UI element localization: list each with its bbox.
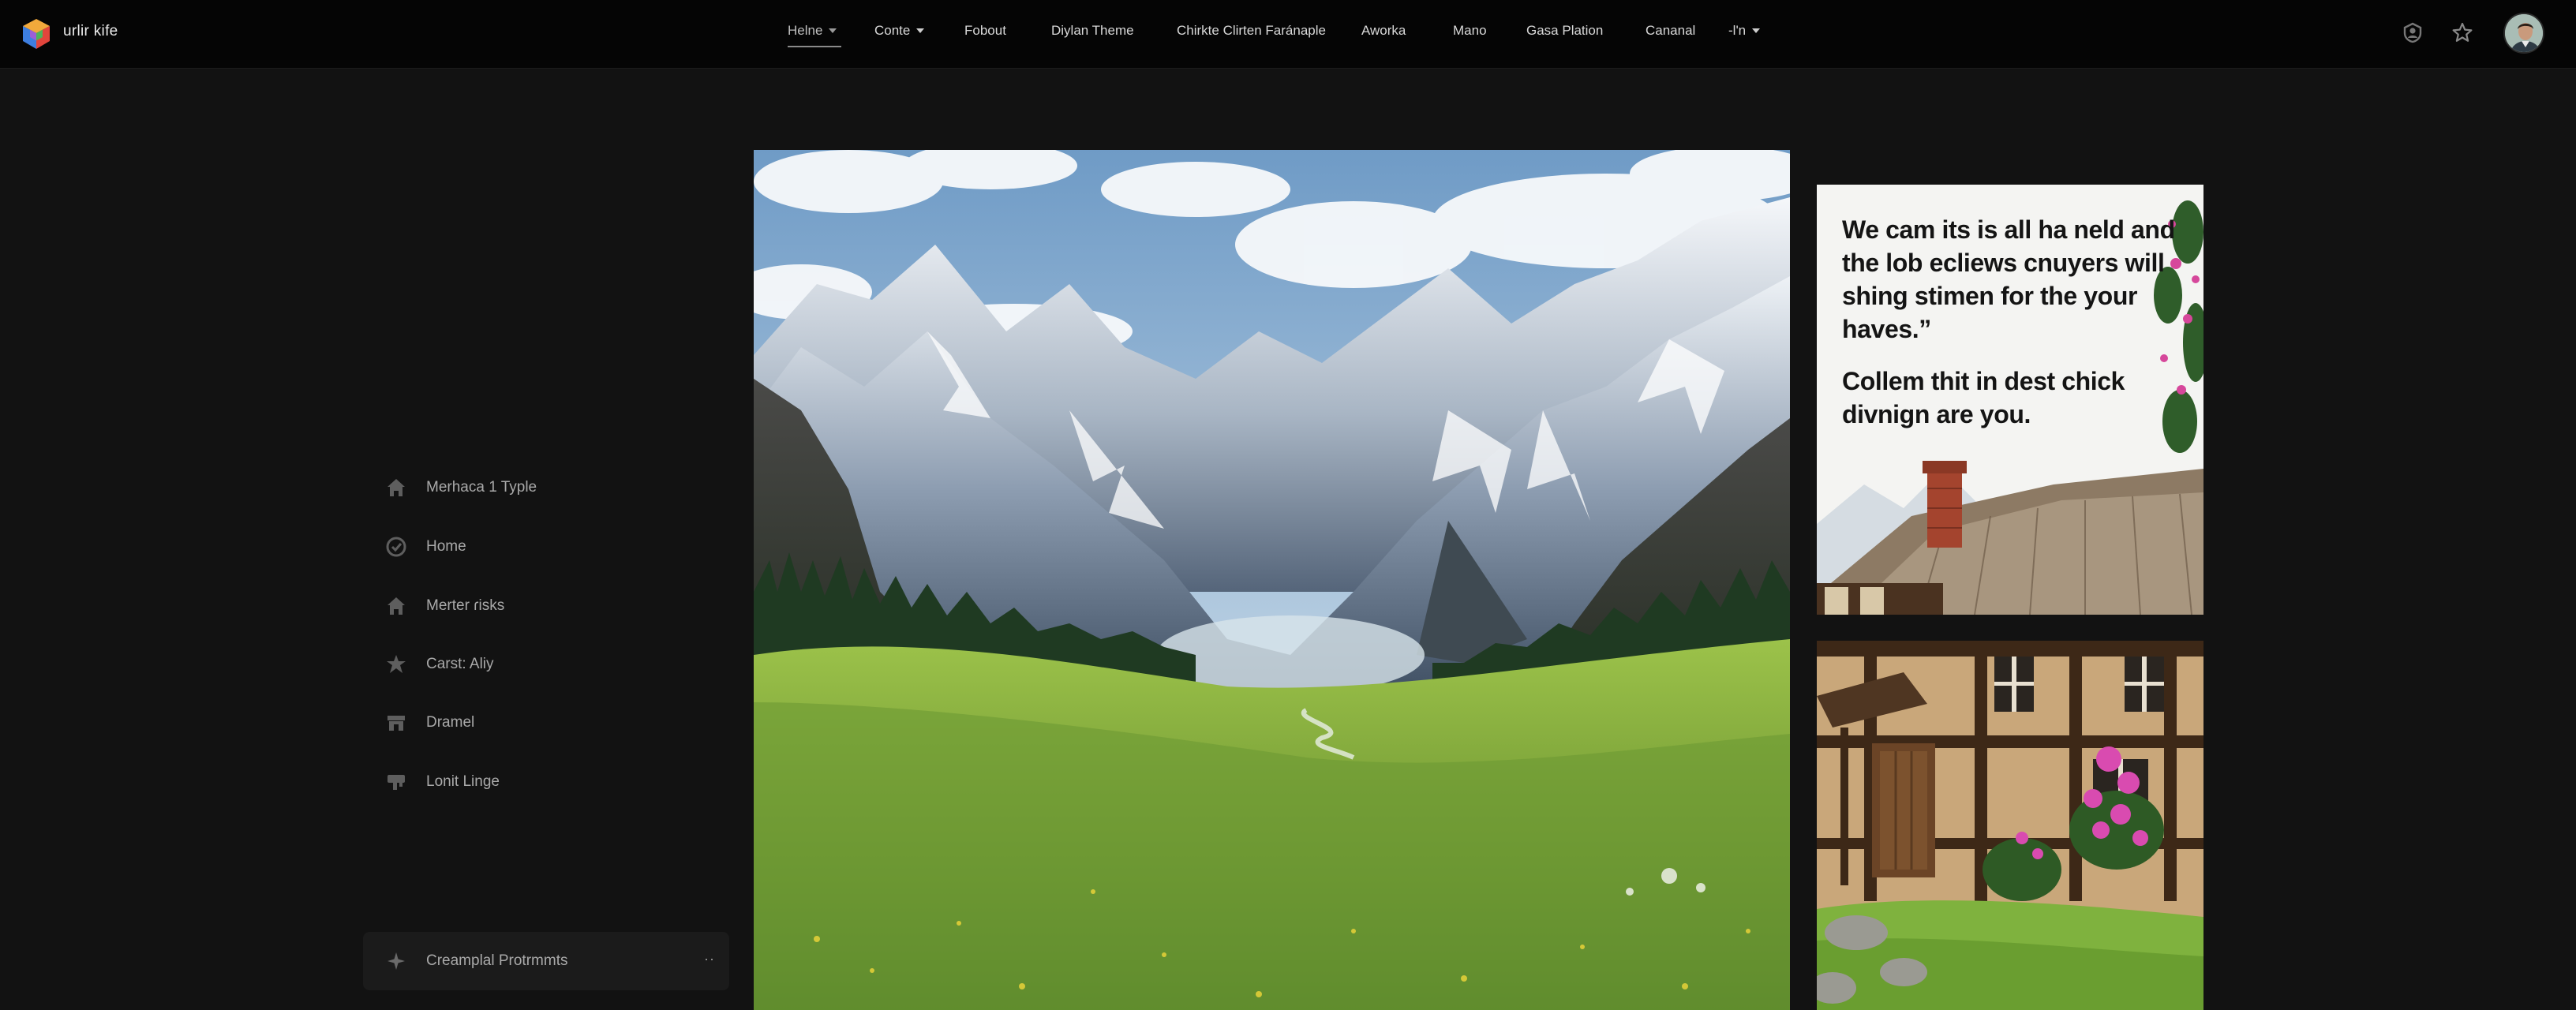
quote-text: We cam its is all ha neld and the lob ec… bbox=[1842, 213, 2197, 450]
nav-item-aworka[interactable]: Aworka bbox=[1361, 23, 1406, 39]
app-logo-icon[interactable] bbox=[19, 17, 54, 51]
star-burst-icon bbox=[382, 650, 410, 679]
chevron-down-icon bbox=[916, 28, 925, 33]
nav-item-label: Conte bbox=[874, 23, 911, 38]
sidebar-item-label: Home bbox=[426, 538, 466, 555]
sidebar-item-merhaca[interactable]: Merhaca 1 Typle bbox=[363, 466, 726, 510]
brand-name[interactable]: urlir kife bbox=[63, 23, 118, 40]
sidebar-item-label: Merter ɾisks bbox=[426, 597, 505, 614]
sidebar-item-lonit-linge[interactable]: Lonit Linge bbox=[363, 760, 726, 804]
sidebar-item-label: Dramel bbox=[426, 714, 475, 731]
nav-item-label: Aworka bbox=[1361, 23, 1406, 38]
check-circle-icon bbox=[382, 533, 410, 561]
nav-item-helne[interactable]: Helne bbox=[788, 23, 837, 39]
sidebar-item-merter[interactable]: Merter ɾisks bbox=[363, 584, 726, 628]
nav-item-gasa-plation[interactable]: Gasa Plation bbox=[1526, 23, 1603, 39]
hero-landscape-image bbox=[754, 150, 1790, 1010]
home-icon bbox=[382, 473, 410, 502]
sidebar-item-label: Merhaca 1 Typle bbox=[426, 479, 537, 496]
profile-badge-icon[interactable] bbox=[2399, 19, 2426, 46]
nav-item-mano[interactable]: Mano bbox=[1453, 23, 1487, 39]
sidebar-bottom-item[interactable]: Creamplal Protrmmts ·· bbox=[363, 932, 729, 990]
sidebar-item-dramel[interactable]: Dramel bbox=[363, 701, 726, 745]
nav-item-label: Gasa Plation bbox=[1526, 23, 1604, 38]
nav-item-diylan-theme[interactable]: Diylan Theme bbox=[1051, 23, 1134, 39]
nav-item-label: Chirkte Clirten Faránaple bbox=[1177, 23, 1326, 38]
chevron-down-icon bbox=[1752, 28, 1761, 33]
nav-item-label: Fobout bbox=[964, 23, 1006, 38]
nav-item-chirkte[interactable]: Chirkte Clirten Faránaple bbox=[1177, 23, 1326, 39]
nav-item-label: Mano bbox=[1453, 23, 1487, 38]
home-icon bbox=[382, 592, 410, 620]
nav-item-conte[interactable]: Conte bbox=[874, 23, 925, 39]
nav-item-label: -l'n bbox=[1728, 23, 1747, 38]
more-options-icon[interactable]: ·· bbox=[704, 951, 715, 967]
quote-line-2: Collem thit in dest chick divnign are yo… bbox=[1842, 367, 2125, 428]
store-icon bbox=[382, 709, 410, 737]
sidebar-item-carst[interactable]: Carst: Aliy bbox=[363, 642, 726, 686]
active-nav-underline bbox=[788, 46, 841, 47]
sidebar-item-home[interactable]: Home bbox=[363, 525, 726, 569]
chevron-down-icon bbox=[829, 28, 837, 33]
thumbs-down-icon bbox=[382, 768, 410, 796]
sidebar-item-label: Carst: Aliy bbox=[426, 656, 494, 672]
top-navigation-bar: urlir kife Helne Conte Fobout Diylan The… bbox=[0, 0, 2576, 69]
nav-item-label: Cananal bbox=[1646, 23, 1696, 38]
quote-line-1: We cam its is all ha neld and the lob ec… bbox=[1842, 215, 2175, 343]
star-icon[interactable] bbox=[2449, 19, 2476, 46]
nav-item-cananal[interactable]: Cananal bbox=[1646, 23, 1695, 39]
nav-item-fobout[interactable]: Fobout bbox=[964, 23, 1006, 39]
sidebar-bottom-label: Creamplal Protrmmts bbox=[426, 952, 568, 969]
nav-item-label: Helne bbox=[788, 23, 823, 38]
sidebar-item-label: Lonit Linge bbox=[426, 773, 500, 790]
sparkle-icon bbox=[382, 947, 410, 975]
quote-card[interactable]: We cam its is all ha neld and the lob ec… bbox=[1817, 185, 2203, 615]
house-photo-card[interactable] bbox=[1817, 641, 2203, 1010]
avatar[interactable] bbox=[2503, 13, 2544, 54]
nav-item-more[interactable]: -l'n bbox=[1728, 23, 1761, 39]
nav-item-label: Diylan Theme bbox=[1051, 23, 1134, 38]
